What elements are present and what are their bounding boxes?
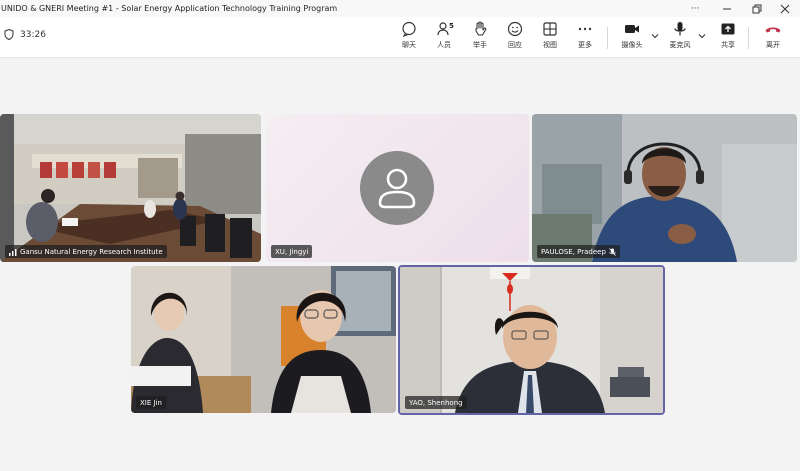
leave-button[interactable]: 离开: [756, 21, 790, 55]
react-label: 回应: [508, 41, 522, 49]
hand-icon: [475, 21, 487, 36]
participant-name: Gansu Natural Energy Research Institute: [20, 247, 163, 256]
signal-bars-icon: [9, 248, 17, 256]
restore-button[interactable]: [742, 0, 772, 17]
people-button[interactable]: 5 人员: [427, 21, 461, 55]
participant-name: YAO, Shenhong: [409, 398, 463, 407]
video-tile-active-speaker[interactable]: YAO, Shenhong: [398, 265, 665, 415]
participant-video: [131, 266, 396, 413]
raise-hand-label: 举手: [473, 41, 487, 49]
close-button[interactable]: [770, 0, 800, 17]
people-label: 人员: [437, 41, 451, 49]
participant-name: PAULOSE, Pradeep: [541, 247, 606, 256]
participant-name-tag: Gansu Natural Energy Research Institute: [5, 245, 167, 258]
participant-video: [400, 267, 663, 413]
participant-name: XU, Jingyi: [275, 247, 309, 256]
participant-name: XIE Jin: [140, 398, 162, 407]
avatar-user-icon: [360, 151, 434, 225]
mic-button[interactable]: 麦克风: [663, 21, 697, 55]
toolbar-divider: [748, 27, 749, 49]
video-tile[interactable]: XU, Jingyi: [266, 114, 529, 262]
video-tile[interactable]: XIE Jin: [131, 266, 396, 413]
toolbar-divider: [607, 27, 608, 49]
share-button[interactable]: 共享: [711, 21, 745, 55]
video-tile[interactable]: PAULOSE, Pradeep: [532, 114, 797, 262]
leave-label: 离开: [766, 41, 780, 49]
camera-button[interactable]: 摄像头: [615, 21, 649, 55]
meeting-toolbar: 33:26 聊天 5 人员 举手 回应 视图 更多 摄像头 麦克风 共享 离开: [0, 17, 800, 58]
participant-name-tag: PAULOSE, Pradeep: [537, 245, 620, 258]
participant-video: [532, 114, 797, 262]
chat-label: 聊天: [402, 41, 416, 49]
participant-name-tag: XU, Jingyi: [271, 245, 313, 258]
participant-name-tag: YAO, Shenhong: [405, 396, 467, 409]
mic-muted-icon: [609, 247, 616, 256]
window-title: UNIDO & GNERI Meeting #1 - Solar Energy …: [1, 4, 338, 13]
share-tray-icon: [721, 23, 735, 35]
microphone-icon: [674, 22, 686, 36]
react-button[interactable]: 回应: [498, 21, 532, 55]
minimize-button[interactable]: [712, 0, 742, 17]
mic-label: 麦克风: [669, 41, 691, 49]
timer-text: 33:26: [20, 29, 46, 40]
view-button[interactable]: 视图: [533, 21, 567, 55]
chevron-down-icon[interactable]: [697, 31, 707, 41]
more-options-icon[interactable]: ···: [680, 0, 710, 17]
camera-label: 摄像头: [621, 41, 643, 49]
more-label: 更多: [578, 41, 592, 49]
grid-icon: [543, 22, 557, 36]
meeting-timer: 33:26: [4, 29, 46, 40]
raise-hand-button[interactable]: 举手: [463, 21, 497, 55]
people-count-badge: 5: [449, 22, 454, 30]
chevron-down-icon[interactable]: [650, 31, 660, 41]
hangup-icon: [765, 27, 781, 33]
ellipsis-icon: [578, 27, 592, 31]
smile-icon: [507, 21, 523, 37]
view-label: 视图: [543, 41, 557, 49]
share-label: 共享: [721, 41, 735, 49]
participant-name-tag: XIE Jin: [136, 396, 166, 409]
title-bar: UNIDO & GNERI Meeting #1 - Solar Energy …: [0, 0, 800, 17]
video-tile[interactable]: Gansu Natural Energy Research Institute: [0, 114, 261, 262]
shield-icon: [4, 29, 14, 40]
more-button[interactable]: 更多: [568, 21, 602, 55]
conference-room-video: [0, 114, 261, 262]
camera-icon: [625, 25, 639, 33]
chat-button[interactable]: 聊天: [392, 21, 426, 55]
chat-icon: [402, 21, 416, 37]
